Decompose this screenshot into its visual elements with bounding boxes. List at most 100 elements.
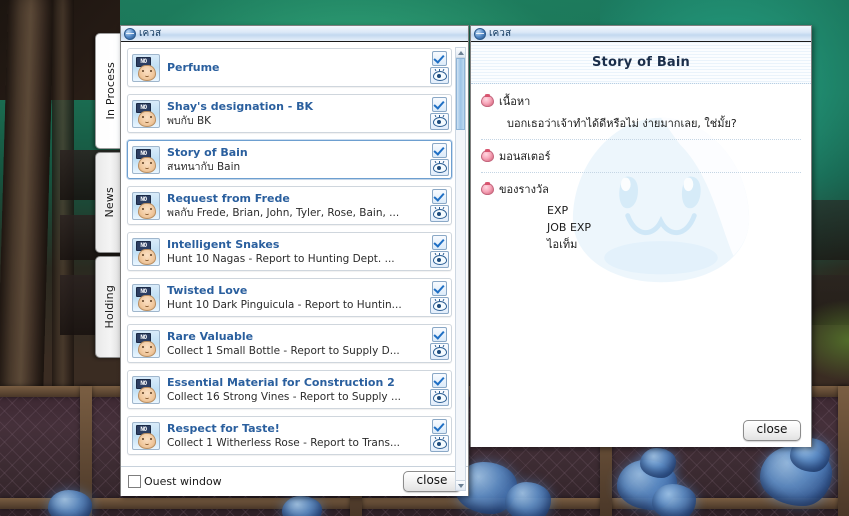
- quest-list-footer: Ouest window close: [121, 466, 468, 496]
- quest-list-scroll-area: NO Perfume NO Shay's designation - BK พบกับ …: [121, 42, 468, 466]
- tab-news[interactable]: News: [95, 152, 122, 253]
- scroll-down-arrow-icon[interactable]: [456, 480, 465, 490]
- eye-pupil: [436, 119, 441, 124]
- quest-detail-titlebar[interactable]: เควส: [471, 26, 811, 42]
- section-title: มอนสเตอร์: [499, 150, 551, 163]
- eye-icon[interactable]: [429, 435, 449, 452]
- quest-title: Request from Frede: [167, 191, 290, 205]
- tab-holding-label: Holding: [102, 285, 116, 329]
- npc-mouth: [145, 350, 149, 353]
- eye-pupil: [436, 395, 441, 400]
- section-header: มอนสเตอร์: [481, 147, 801, 165]
- quest-row-controls: [429, 50, 449, 85]
- quest-text-block: Story of Bain สนทนากับ Bain: [167, 146, 429, 174]
- background-beam-v4: [838, 386, 849, 516]
- quest-window-checkbox-group[interactable]: Ouest window: [128, 475, 222, 488]
- quest-list-item[interactable]: NO Twisted Love Hunt 10 Dark Pinguicula - …: [127, 278, 452, 317]
- quest-track-checkbox[interactable]: [431, 327, 447, 342]
- quest-track-checkbox[interactable]: [431, 189, 447, 204]
- npc-face-shape: [138, 202, 156, 219]
- quest-row-controls: [429, 418, 449, 453]
- quest-list-item[interactable]: NO Perfume: [127, 48, 452, 87]
- quest-detail-header: Story of Bain: [471, 42, 811, 84]
- quest-text-block: Essential Material for Construction 2 Col…: [167, 376, 429, 404]
- quest-text-block: Perfume: [167, 61, 429, 74]
- quest-list-scrollbar[interactable]: [455, 47, 466, 491]
- eye-pupil: [436, 349, 441, 354]
- eye-icon[interactable]: [429, 67, 449, 84]
- quest-list-titlebar[interactable]: เควส: [121, 26, 468, 42]
- quest-list-item[interactable]: NO Intelligent Snakes Hunt 10 Nagas - Repo…: [127, 232, 452, 271]
- quest-detail-section: เนื้อหาบอกเธอว่าเจ้าทำได้ดีหรือไม่ ง่ายม…: [481, 92, 801, 132]
- quest-row-controls: [429, 234, 449, 269]
- quest-description: Hunt 10 Dark Pinguicula - Report to Hunt…: [167, 298, 402, 311]
- quest-text-block: Shay's designation - BK พบกับ BK: [167, 100, 429, 128]
- quest-list-item[interactable]: NO Request from Frede พลกับ Frede, Brian, …: [127, 186, 452, 225]
- quest-description: Collect 1 Witherless Rose - Report to Tr…: [167, 436, 400, 449]
- eye-pupil: [436, 441, 441, 446]
- eye-icon[interactable]: [429, 389, 449, 406]
- eye-icon[interactable]: [429, 205, 449, 222]
- eye-icon[interactable]: [429, 343, 449, 360]
- quest-list-item[interactable]: NO Shay's designation - BK พบกับ BK: [127, 94, 452, 133]
- quest-description: Collect 16 Strong Vines - Report to Supp…: [167, 390, 401, 403]
- quest-track-checkbox[interactable]: [431, 51, 447, 66]
- npc-mouth: [145, 120, 149, 123]
- scroll-up-arrow-icon[interactable]: [456, 48, 465, 58]
- npc-mouth: [145, 442, 149, 445]
- background-beam-bottom: [0, 498, 849, 509]
- quest-track-checkbox[interactable]: [431, 235, 447, 250]
- section-header: เนื้อหา: [481, 92, 801, 110]
- quest-detail-section: ของรางวัล EXP JOB EXP ไอเท็ม: [481, 172, 801, 253]
- eye-icon[interactable]: [429, 113, 449, 130]
- quest-track-checkbox[interactable]: [431, 373, 447, 388]
- quest-list-close-button[interactable]: close: [403, 471, 461, 492]
- npc-face-shape: [138, 340, 156, 357]
- quest-detail-close-button[interactable]: close: [743, 420, 801, 441]
- quest-list-item[interactable]: NO Rare Valuable Collect 1 Small Bottle - …: [127, 324, 452, 363]
- npc-face-shape: [138, 156, 156, 173]
- npc-face-icon: NO: [132, 99, 160, 128]
- quest-window-checkbox-label: Ouest window: [144, 475, 222, 488]
- quest-title: Intelligent Snakes: [167, 237, 280, 251]
- eye-icon[interactable]: [429, 251, 449, 268]
- eye-pupil: [436, 165, 441, 170]
- npc-face-icon: NO: [132, 145, 160, 174]
- npc-face-shape: [138, 64, 156, 81]
- quest-description: พลกับ Frede, Brian, John, Tyler, Rose, B…: [167, 206, 400, 219]
- quest-list-item[interactable]: NO Essential Material for Construction 2C…: [127, 370, 452, 409]
- blue-orb-icon: [124, 27, 136, 40]
- scrollbar-thumb[interactable]: [456, 58, 465, 130]
- tab-holding[interactable]: Holding: [95, 256, 122, 358]
- background-crystal-2: [505, 482, 551, 516]
- quest-track-checkbox[interactable]: [431, 281, 447, 296]
- game-screen: In Process News Holding เควส NO Perfume NO…: [0, 0, 849, 516]
- quest-track-checkbox[interactable]: [431, 419, 447, 434]
- eye-icon[interactable]: [429, 159, 449, 176]
- background-pillar-inner: [52, 0, 74, 420]
- eye-pupil: [436, 211, 441, 216]
- quest-track-checkbox[interactable]: [431, 143, 447, 158]
- npc-mouth: [145, 304, 149, 307]
- quest-list-item[interactable]: NO Respect for Taste! Collect 1 Witherless…: [127, 416, 452, 455]
- quest-window-checkbox[interactable]: [128, 475, 141, 488]
- npc-face-icon: NO: [132, 329, 160, 358]
- npc-mouth: [145, 74, 149, 77]
- eye-icon[interactable]: [429, 297, 449, 314]
- npc-face-shape: [138, 294, 156, 311]
- section-body: บอกเธอว่าเจ้าทำได้ดีหรือไม่ ง่ายมากเลย, …: [507, 117, 737, 130]
- npc-face-icon: NO: [132, 237, 160, 266]
- quest-detail-sections: เนื้อหาบอกเธอว่าเจ้าทำได้ดีหรือไม่ ง่ายม…: [481, 92, 801, 253]
- blue-orb-icon: [474, 27, 486, 40]
- quest-text-block: Twisted Love Hunt 10 Dark Pinguicula - Re…: [167, 284, 429, 312]
- npc-mouth: [145, 258, 149, 261]
- npc-face-shape: [138, 386, 156, 403]
- quest-title: Shay's designation - BK: [167, 99, 314, 113]
- quest-title: Perfume: [167, 61, 220, 74]
- quest-detail-section: มอนสเตอร์: [481, 139, 801, 165]
- quest-track-checkbox[interactable]: [431, 97, 447, 112]
- quest-text-block: Rare Valuable Collect 1 Small Bottle - Re…: [167, 330, 429, 358]
- quest-detail-window: เควส Story of Bain เนื้อหาบอกเธอว่าเจ้าท…: [470, 25, 812, 447]
- quest-list-item[interactable]: NO Story of Bain สนทนากับ Bain: [127, 140, 452, 179]
- section-header: ของรางวัล: [481, 180, 801, 198]
